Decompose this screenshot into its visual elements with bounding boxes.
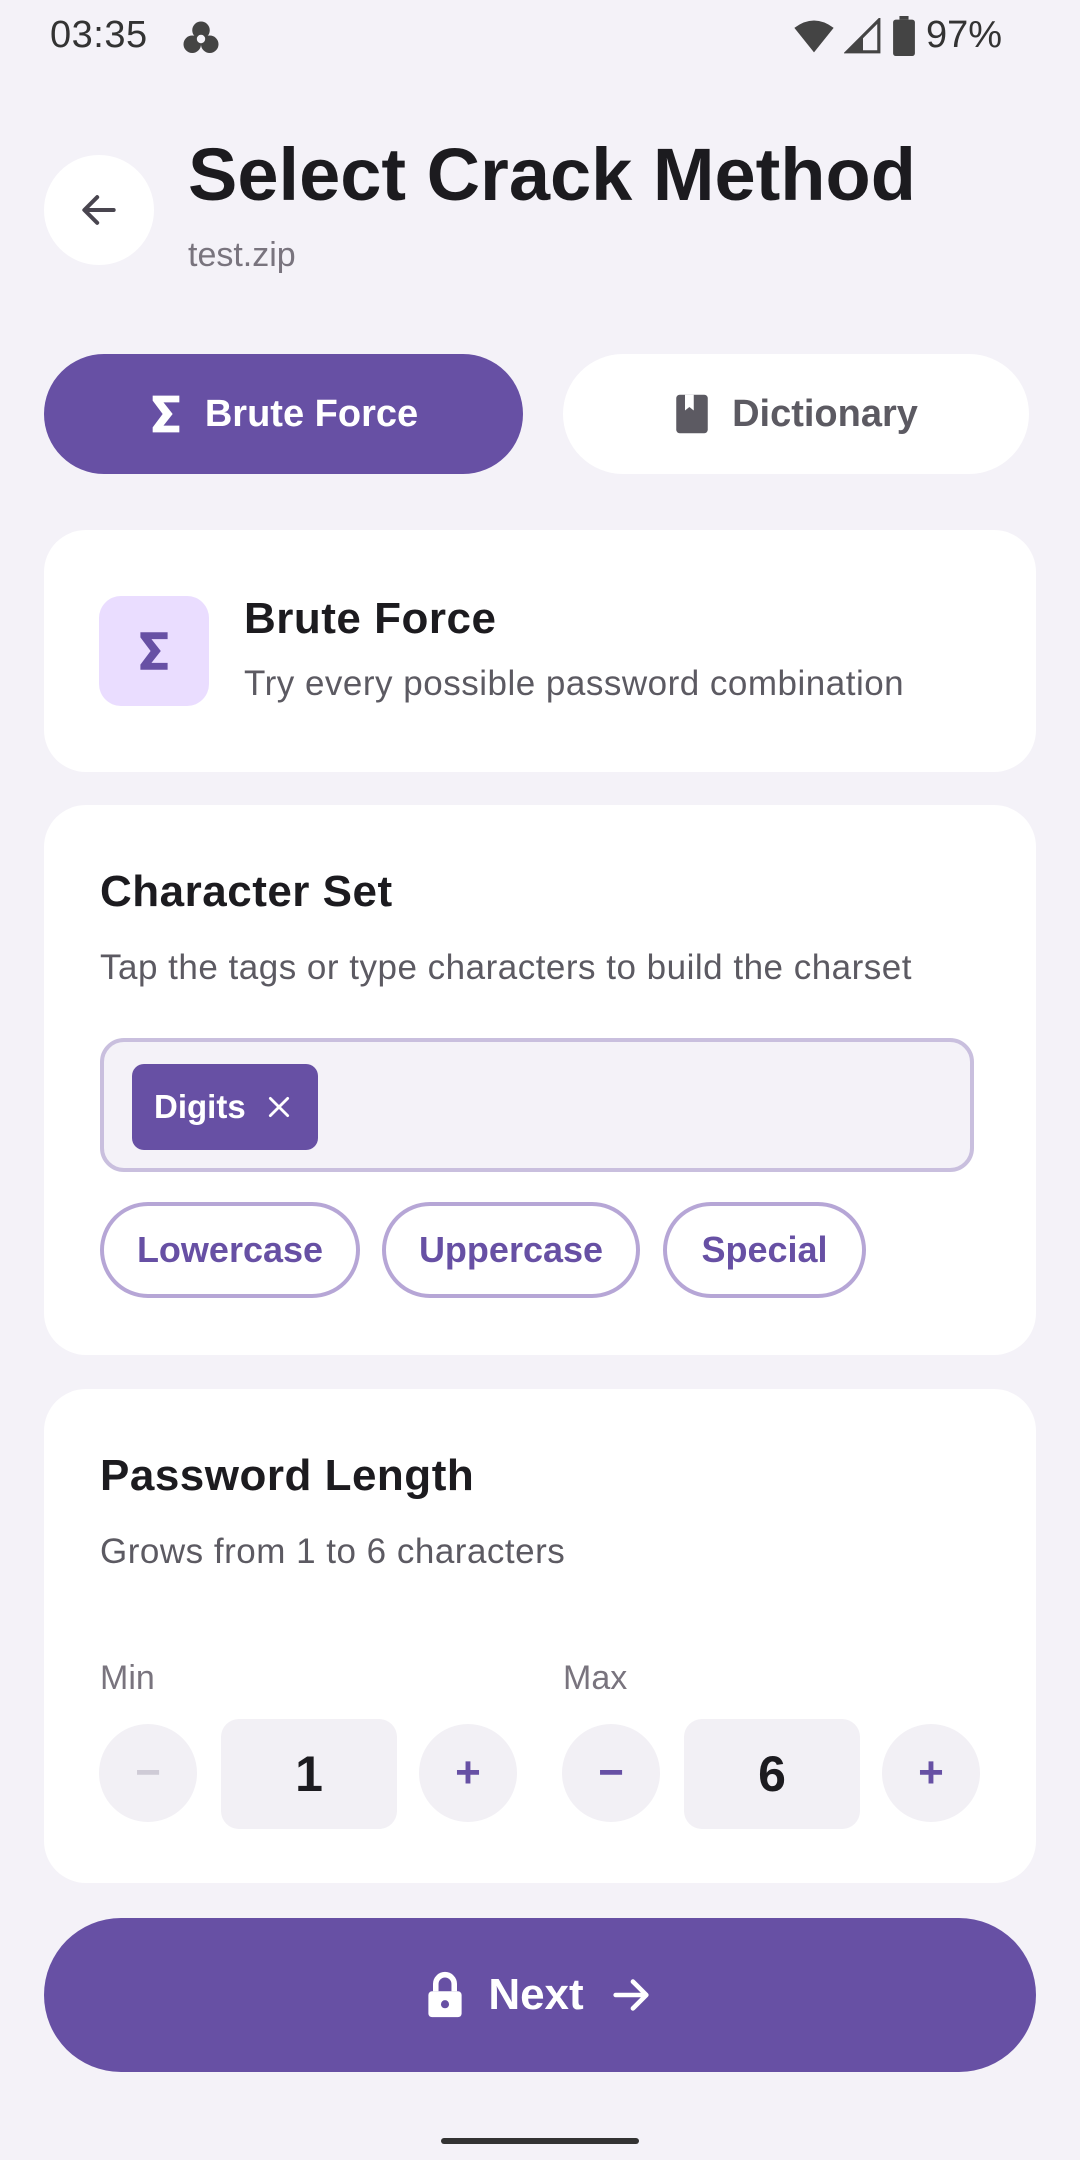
status-indicators: 97%: [794, 14, 1002, 57]
method-card: Brute Force Try every possible password …: [44, 530, 1036, 772]
method-title: Brute Force: [244, 594, 497, 643]
app-notification-icon: [183, 21, 219, 53]
page-title: Select Crack Method: [188, 133, 916, 216]
charset-input[interactable]: Digits: [100, 1038, 974, 1172]
charset-description: Tap the tags or type characters to build…: [100, 948, 912, 987]
chip-lowercase[interactable]: Lowercase: [100, 1202, 360, 1298]
arrow-forward-icon: [613, 1979, 649, 2011]
back-button[interactable]: [44, 155, 154, 265]
battery-icon: [893, 15, 915, 56]
chip-uppercase[interactable]: Uppercase: [382, 1202, 640, 1298]
arrow-back-icon: [82, 195, 116, 225]
tab-brute-force[interactable]: Brute Force: [44, 354, 523, 474]
close-icon[interactable]: [266, 1094, 292, 1120]
min-value: 1: [221, 1719, 397, 1829]
tab-label: Dictionary: [732, 392, 918, 435]
tab-label: Brute Force: [204, 392, 419, 435]
next-button[interactable]: Next: [44, 1918, 1036, 2072]
max-decrement-button[interactable]: −: [562, 1724, 660, 1822]
length-card: Password Length Grows from 1 to 6 charac…: [44, 1389, 1036, 1883]
length-description: Grows from 1 to 6 characters: [100, 1532, 566, 1571]
max-label: Max: [563, 1659, 628, 1697]
chip-label: Digits: [154, 1088, 246, 1125]
charset-title: Character Set: [100, 867, 393, 916]
file-name: test.zip: [188, 236, 296, 274]
tab-dictionary[interactable]: Dictionary: [563, 354, 1029, 474]
method-icon-badge: [99, 596, 209, 706]
min-label: Min: [100, 1659, 155, 1697]
max-increment-button[interactable]: +: [882, 1724, 980, 1822]
min-increment-button[interactable]: +: [419, 1724, 517, 1822]
status-time: 03:35: [50, 14, 148, 56]
method-description: Try every possible password combination: [244, 664, 905, 703]
sigma-icon: [140, 632, 168, 670]
lock-icon: [428, 1971, 462, 2018]
wifi-icon: [794, 19, 834, 52]
max-value: 6: [684, 1719, 860, 1829]
next-label: Next: [488, 1970, 584, 2019]
chip-digits[interactable]: Digits: [132, 1064, 318, 1150]
book-icon: [676, 394, 708, 434]
charset-card: Character Set Tap the tags or type chara…: [44, 805, 1036, 1355]
battery-percent: 97%: [925, 14, 1002, 56]
min-decrement-button[interactable]: −: [99, 1724, 197, 1822]
cell-signal-icon: [843, 17, 881, 53]
sigma-icon: [152, 395, 180, 433]
gesture-home-bar[interactable]: [441, 2138, 639, 2144]
chip-special[interactable]: Special: [663, 1202, 866, 1298]
length-title: Password Length: [100, 1451, 475, 1500]
